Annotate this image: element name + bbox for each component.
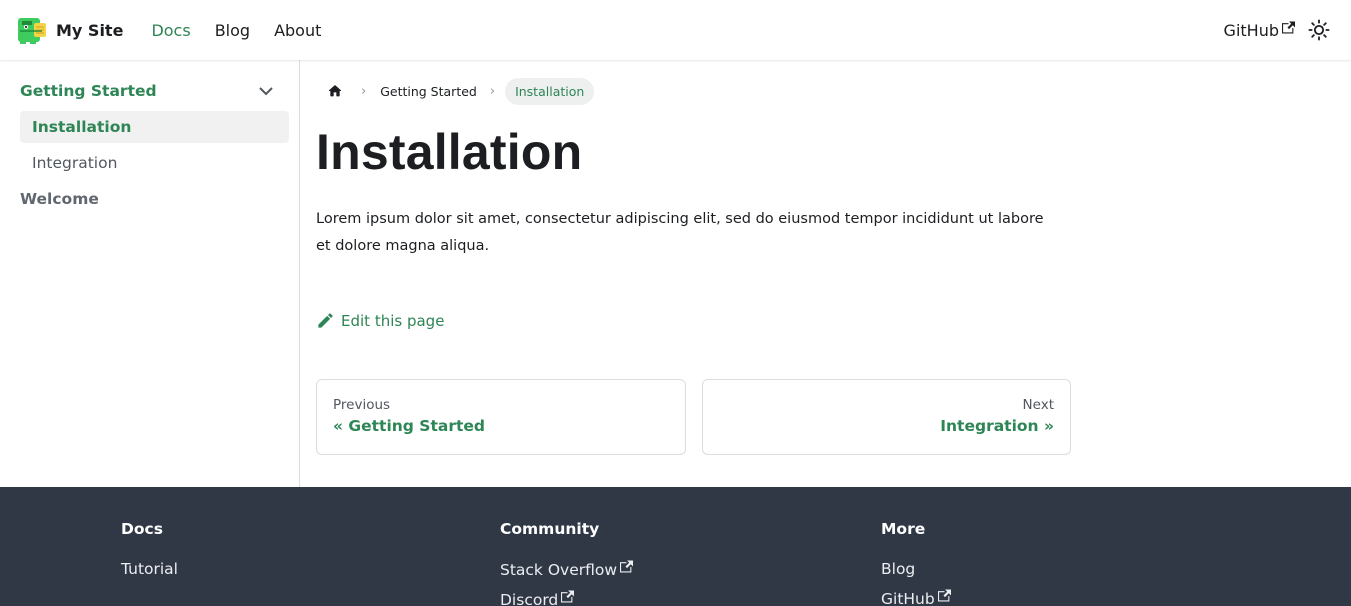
footer-link-label: Stack Overflow <box>500 561 618 579</box>
external-link-icon <box>561 590 575 603</box>
site-title: My Site <box>56 20 124 40</box>
sidebar-category-label: Getting Started <box>20 82 157 100</box>
sun-icon <box>1308 19 1330 41</box>
theme-toggle-button[interactable] <box>1303 14 1335 46</box>
nav-link-blog[interactable]: Blog <box>203 17 262 44</box>
doc-paginator: Previous « Getting Started Next Integrat… <box>316 379 1071 455</box>
breadcrumb-home[interactable] <box>318 76 352 106</box>
pager-next-button[interactable]: Next Integration » <box>701 379 1071 455</box>
breadcrumb: › Getting Started › Installation <box>316 76 1071 106</box>
dinosaur-logo-icon <box>18 18 46 44</box>
doc-main: › Getting Started › Installation Install… <box>316 60 1071 455</box>
github-label: GitHub <box>1223 20 1279 40</box>
sidebar-item-integration[interactable]: Integration <box>20 147 289 179</box>
pager-next-label: Integration » <box>940 417 1054 435</box>
brand-link[interactable]: My Site <box>16 15 123 45</box>
footer-link-stack-overflow[interactable]: Stack Overflow <box>500 560 634 579</box>
pencil-icon <box>318 313 333 328</box>
nav-link-about[interactable]: About <box>262 17 333 44</box>
nav-link-docs[interactable]: Docs <box>139 17 202 44</box>
footer-column-docs: Docs Tutorial <box>121 520 178 578</box>
sidebar-category-getting-started[interactable]: Getting Started <box>10 75 289 107</box>
external-link-icon <box>937 589 951 602</box>
footer-link-tutorial[interactable]: Tutorial <box>121 560 178 578</box>
edit-this-page-link[interactable]: Edit this page <box>316 311 1071 330</box>
footer-link-label: GitHub <box>881 590 935 606</box>
footer-column-title: Community <box>500 520 600 538</box>
pager-previous-label: « Getting Started <box>333 417 485 435</box>
pager-next-sublabel: Next <box>1022 397 1054 413</box>
edit-label: Edit this page <box>341 311 445 330</box>
footer-column-more: More Blog GitHub <box>881 520 951 606</box>
breadcrumb-separator-icon: › <box>489 83 496 99</box>
footer-column-title: Docs <box>121 520 163 538</box>
footer-link-label: Discord <box>500 591 559 606</box>
footer-column-title: More <box>881 520 926 538</box>
doc-paragraph: Lorem ipsum dolor sit amet, consectetur … <box>316 211 1044 254</box>
page-title: Installation <box>316 124 583 180</box>
footer-link-blog[interactable]: Blog <box>881 560 951 578</box>
footer-column-community: Community Stack Overflow Discord <box>500 520 634 606</box>
breadcrumb-getting-started[interactable]: Getting Started <box>376 78 481 105</box>
chevron-down-icon[interactable] <box>256 81 276 101</box>
footer: Docs Tutorial Community Stack Overflow D… <box>0 487 1351 606</box>
external-link-icon <box>1282 21 1295 33</box>
footer-link-github[interactable]: GitHub <box>881 589 951 606</box>
breadcrumb-installation: Installation <box>505 77 595 105</box>
nav-link-github[interactable]: GitHub <box>1212 17 1297 44</box>
breadcrumb-separator-icon: › <box>361 83 367 99</box>
footer-link-discord[interactable]: Discord <box>500 590 633 606</box>
sidebar-item-installation[interactable]: Installation <box>20 111 289 143</box>
external-link-icon <box>620 560 634 573</box>
pager-previous-sublabel: Previous <box>333 397 391 413</box>
pager-previous-button[interactable]: Previous « Getting Started <box>316 379 686 455</box>
navbar: My Site Docs Blog About GitHub <box>0 0 1351 60</box>
home-icon <box>328 85 342 97</box>
sidebar-item-welcome[interactable]: Welcome <box>10 183 289 215</box>
navbar-right: GitHub <box>1212 14 1335 46</box>
docs-sidebar: Getting Started Installation Integration… <box>0 60 300 487</box>
